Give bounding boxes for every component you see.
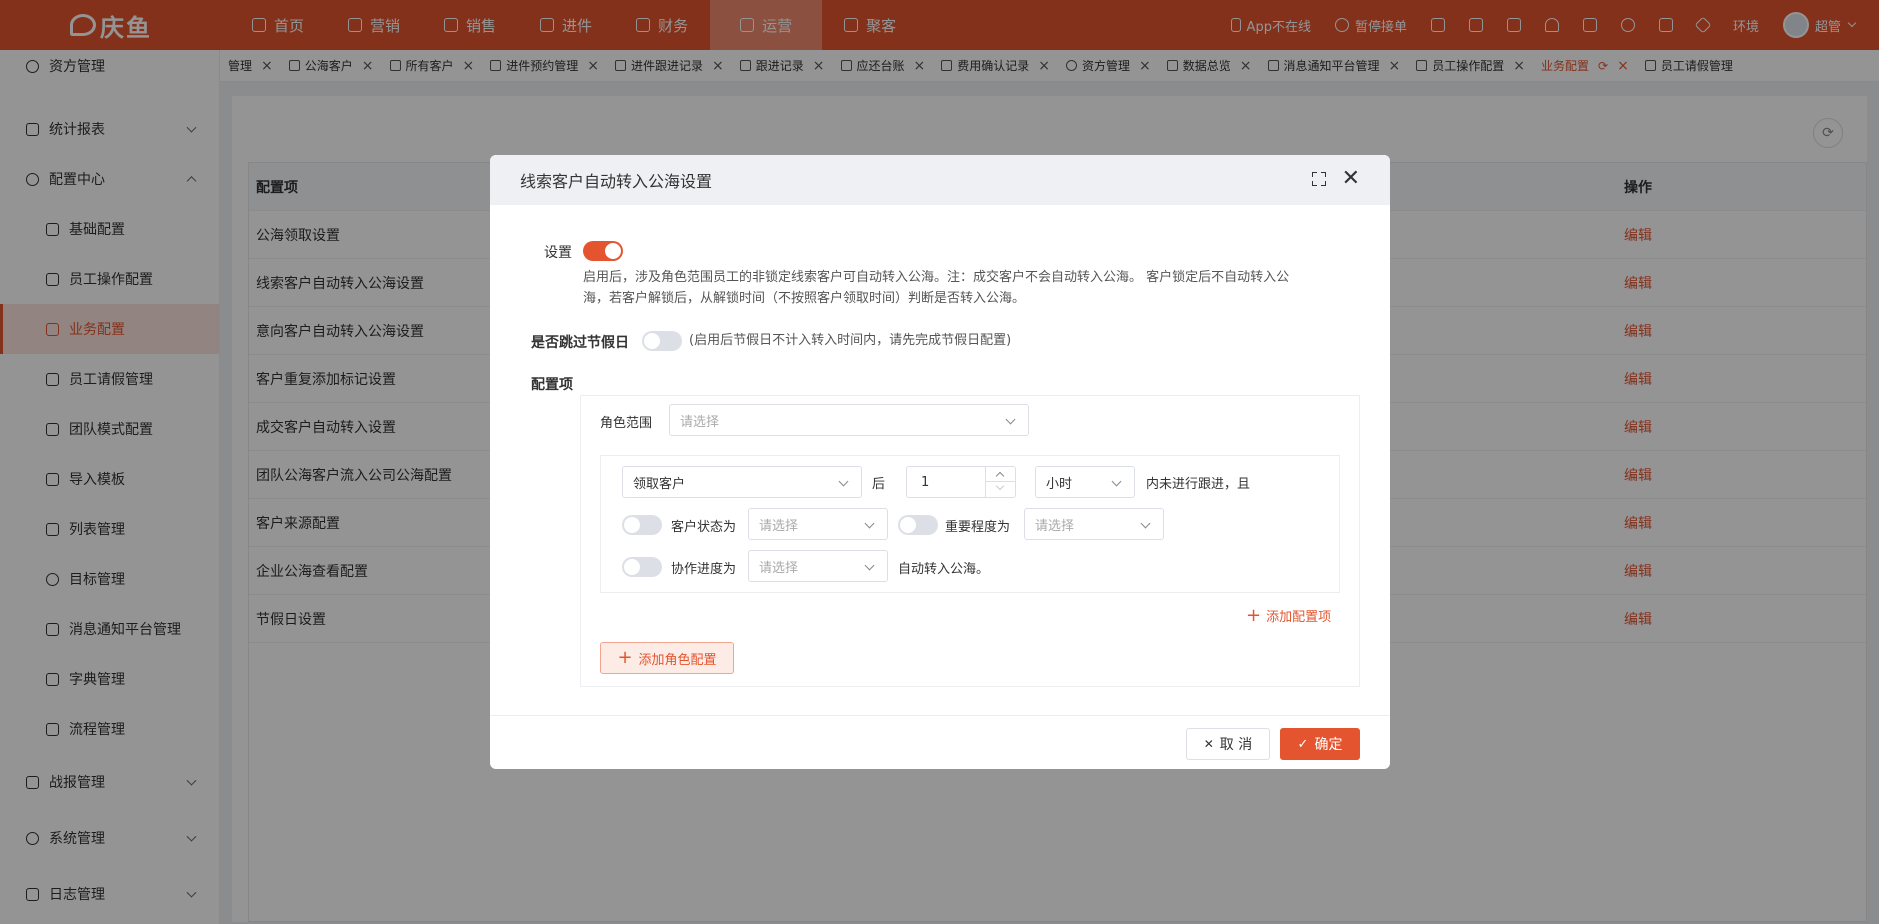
chevron-down-icon xyxy=(864,518,875,529)
status-label: 客户状态为 xyxy=(671,520,737,535)
importance-select[interactable]: 请选择 xyxy=(1024,508,1164,540)
select-placeholder: 请选择 xyxy=(1035,518,1075,534)
select-placeholder: 请选择 xyxy=(759,560,799,576)
chevron-down-icon xyxy=(864,560,875,571)
holiday-description: (启用后节假日不计入转入时间内，请先完成节假日配置) xyxy=(689,333,1012,348)
auto-transfer-text: 自动转入公海。 xyxy=(898,562,990,577)
setting-desc-line: 启用后，涉及角色范围员工的非锁定线索客户可自动转入公海。注：成交客户不会自动转入… xyxy=(583,270,1290,285)
no-follow-text: 内未进行跟进，且 xyxy=(1146,477,1251,492)
plus-icon: + xyxy=(617,647,633,668)
link-label: 添加配置项 xyxy=(1266,610,1332,625)
setting-desc-line: 海，若客户解锁后，从解锁时间（不按照客户领取时间）判断是否转入公海。 xyxy=(583,291,1026,306)
after-text: 后 xyxy=(872,477,886,492)
number-value: 1 xyxy=(921,474,930,490)
select-value: 小时 xyxy=(1046,476,1073,492)
status-select[interactable]: 请选择 xyxy=(748,508,888,540)
holiday-toggle[interactable] xyxy=(642,331,682,351)
chevron-down-icon xyxy=(838,476,849,487)
chevron-down-icon xyxy=(995,481,1005,491)
progress-label: 协作进度为 xyxy=(671,562,737,577)
importance-toggle[interactable] xyxy=(898,515,938,535)
progress-select[interactable]: 请选择 xyxy=(748,550,888,582)
setting-label: 设置 xyxy=(544,245,572,261)
holiday-label: 是否跳过节假日 xyxy=(531,335,629,351)
duration-number-input[interactable]: 1 xyxy=(906,466,1016,498)
role-scope-select[interactable]: 请选择 xyxy=(669,404,1029,436)
plus-icon: + xyxy=(1246,604,1262,626)
button-label: 确定 xyxy=(1314,737,1343,753)
setting-toggle[interactable] xyxy=(583,241,623,261)
cancel-button[interactable]: ✕ 取 消 xyxy=(1186,728,1270,760)
time-unit-select[interactable]: 小时 xyxy=(1035,466,1135,498)
button-label: 取 消 xyxy=(1219,737,1253,753)
add-role-config-button[interactable]: + 添加角色配置 xyxy=(600,642,734,674)
setting-description: 启用后，涉及角色范围员工的非锁定线索客户可自动转入公海。注：成交客户不会自动转入… xyxy=(583,267,1363,309)
progress-toggle[interactable] xyxy=(622,557,662,577)
close-icon[interactable]: ✕ xyxy=(1342,167,1360,191)
importance-label: 重要程度为 xyxy=(945,520,1011,535)
config-items-label: 配置项 xyxy=(531,377,573,393)
dialog-header: 线索客户自动转入公海设置 ✕ xyxy=(490,155,1390,205)
dialog-footer: ✕ 取 消 ✓ 确定 xyxy=(490,715,1390,769)
role-scope-label: 角色范围 xyxy=(600,416,653,431)
chevron-up-icon xyxy=(995,471,1005,481)
select-placeholder: 请选择 xyxy=(759,518,799,534)
add-config-item-link[interactable]: + 添加配置项 xyxy=(1246,606,1331,625)
chevron-down-icon xyxy=(1005,414,1016,425)
number-stepper[interactable] xyxy=(985,467,1016,497)
fullscreen-icon[interactable] xyxy=(1312,172,1326,186)
chevron-down-icon xyxy=(1140,518,1151,529)
close-icon: ✕ xyxy=(1203,737,1214,751)
dialog-title: 线索客户自动转入公海设置 xyxy=(520,172,713,191)
config-dialog: 线索客户自动转入公海设置 ✕ 设置 启用后，涉及角色范围员工的非锁定线索客户可自… xyxy=(490,155,1390,769)
select-value: 领取客户 xyxy=(633,476,686,492)
select-placeholder: 请选择 xyxy=(680,414,720,430)
chevron-down-icon xyxy=(1111,476,1122,487)
status-toggle[interactable] xyxy=(622,515,662,535)
trigger-select[interactable]: 领取客户 xyxy=(622,466,862,498)
button-label: 添加角色配置 xyxy=(638,652,717,668)
check-icon: ✓ xyxy=(1297,736,1309,752)
confirm-button[interactable]: ✓ 确定 xyxy=(1280,728,1360,760)
